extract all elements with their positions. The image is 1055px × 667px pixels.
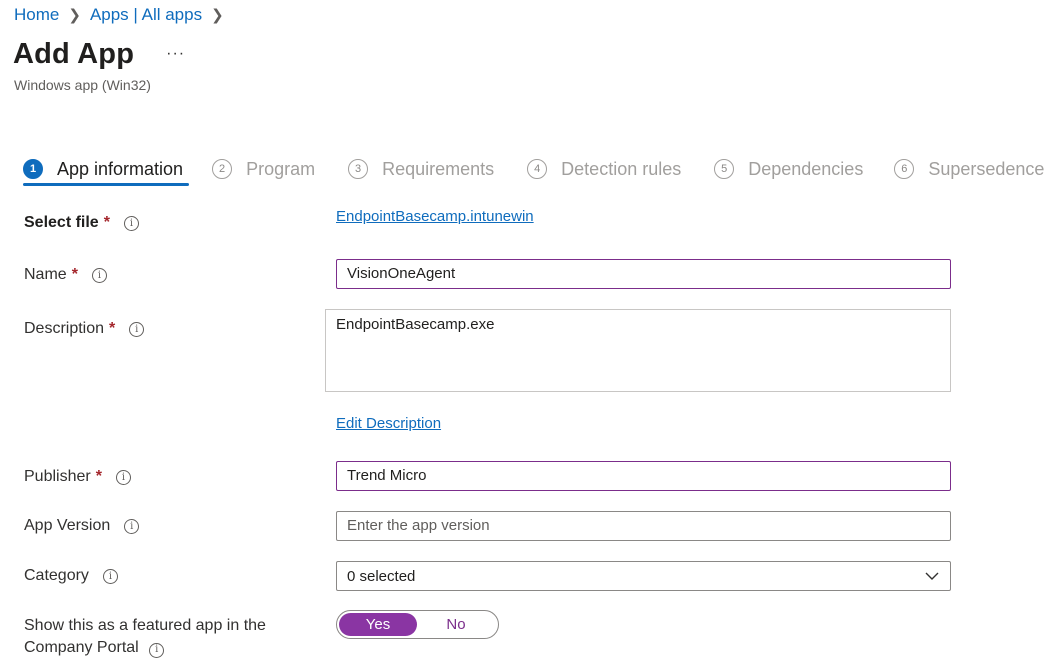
featured-app-toggle[interactable]: Yes No <box>336 610 499 639</box>
step-label: Program <box>246 158 316 179</box>
toggle-no-option[interactable]: No <box>417 613 495 636</box>
breadcrumb-apps[interactable]: Apps | All apps <box>90 5 202 25</box>
category-dropdown[interactable]: 0 selected <box>336 561 951 591</box>
more-options-icon[interactable]: ··· <box>166 45 185 63</box>
required-marker: * <box>95 468 102 485</box>
chevron-right-icon: ❯ <box>211 7 224 24</box>
app-version-input[interactable]: Enter the app version <box>336 511 951 541</box>
info-icon[interactable]: i <box>124 518 140 534</box>
required-marker: * <box>109 320 116 337</box>
publisher-label: Publisher * i <box>24 468 131 486</box>
step-number-icon: 1 <box>23 159 43 179</box>
step-label: Supersedence <box>928 158 1045 179</box>
step-label: Requirements <box>382 158 495 179</box>
step-number-icon: 2 <box>212 159 233 179</box>
active-step-indicator <box>23 183 189 186</box>
step-label: Dependencies <box>748 158 864 179</box>
info-icon[interactable]: i <box>91 267 107 283</box>
description-textarea[interactable]: EndpointBasecamp.exe <box>325 309 951 392</box>
step-dependencies[interactable]: 5 Dependencies <box>714 155 863 183</box>
step-supersedence[interactable]: 6 Supersedence <box>894 155 1044 183</box>
step-program[interactable]: 2 Program <box>212 155 315 183</box>
step-label: App information <box>57 158 184 179</box>
featured-app-label: Show this as a featured app in the Compa… <box>24 617 266 658</box>
step-requirements[interactable]: 3 Requirements <box>348 155 494 183</box>
page-title: Add App <box>13 38 135 70</box>
step-label: Detection rules <box>561 158 682 179</box>
chevron-right-icon: ❯ <box>68 7 81 24</box>
required-marker: * <box>71 266 78 283</box>
select-file-link[interactable]: EndpointBasecamp.intunewin <box>336 208 534 225</box>
chevron-down-icon <box>925 572 939 580</box>
description-label: Description * i <box>24 320 145 338</box>
step-number-icon: 4 <box>527 159 548 179</box>
category-label: Category i <box>24 567 118 585</box>
step-number-icon: 5 <box>714 159 735 179</box>
breadcrumb-home[interactable]: Home <box>14 5 59 25</box>
page-subtitle: Windows app (Win32) <box>14 77 151 93</box>
name-input[interactable]: VisionOneAgent <box>336 259 951 289</box>
publisher-input[interactable]: Trend Micro <box>336 461 951 491</box>
info-icon[interactable]: i <box>115 469 131 485</box>
select-file-label: Select file * i <box>24 214 139 232</box>
info-icon[interactable]: i <box>129 321 145 337</box>
toggle-yes-option[interactable]: Yes <box>339 613 417 636</box>
info-icon[interactable]: i <box>102 568 118 584</box>
step-number-icon: 3 <box>348 159 369 179</box>
breadcrumb: Home ❯ Apps | All apps ❯ <box>14 5 233 25</box>
edit-description-link[interactable]: Edit Description <box>336 415 441 432</box>
info-icon[interactable]: i <box>149 642 165 658</box>
required-marker: * <box>103 214 110 231</box>
step-app-information[interactable]: 1 App information <box>23 155 183 183</box>
name-label: Name * i <box>24 266 107 284</box>
step-detection-rules[interactable]: 4 Detection rules <box>527 155 681 183</box>
title-row: Add App ··· <box>13 38 185 71</box>
category-value: 0 selected <box>347 567 416 585</box>
step-number-icon: 6 <box>894 159 915 179</box>
app-version-label: App Version i <box>24 517 140 535</box>
info-icon[interactable]: i <box>123 215 139 231</box>
